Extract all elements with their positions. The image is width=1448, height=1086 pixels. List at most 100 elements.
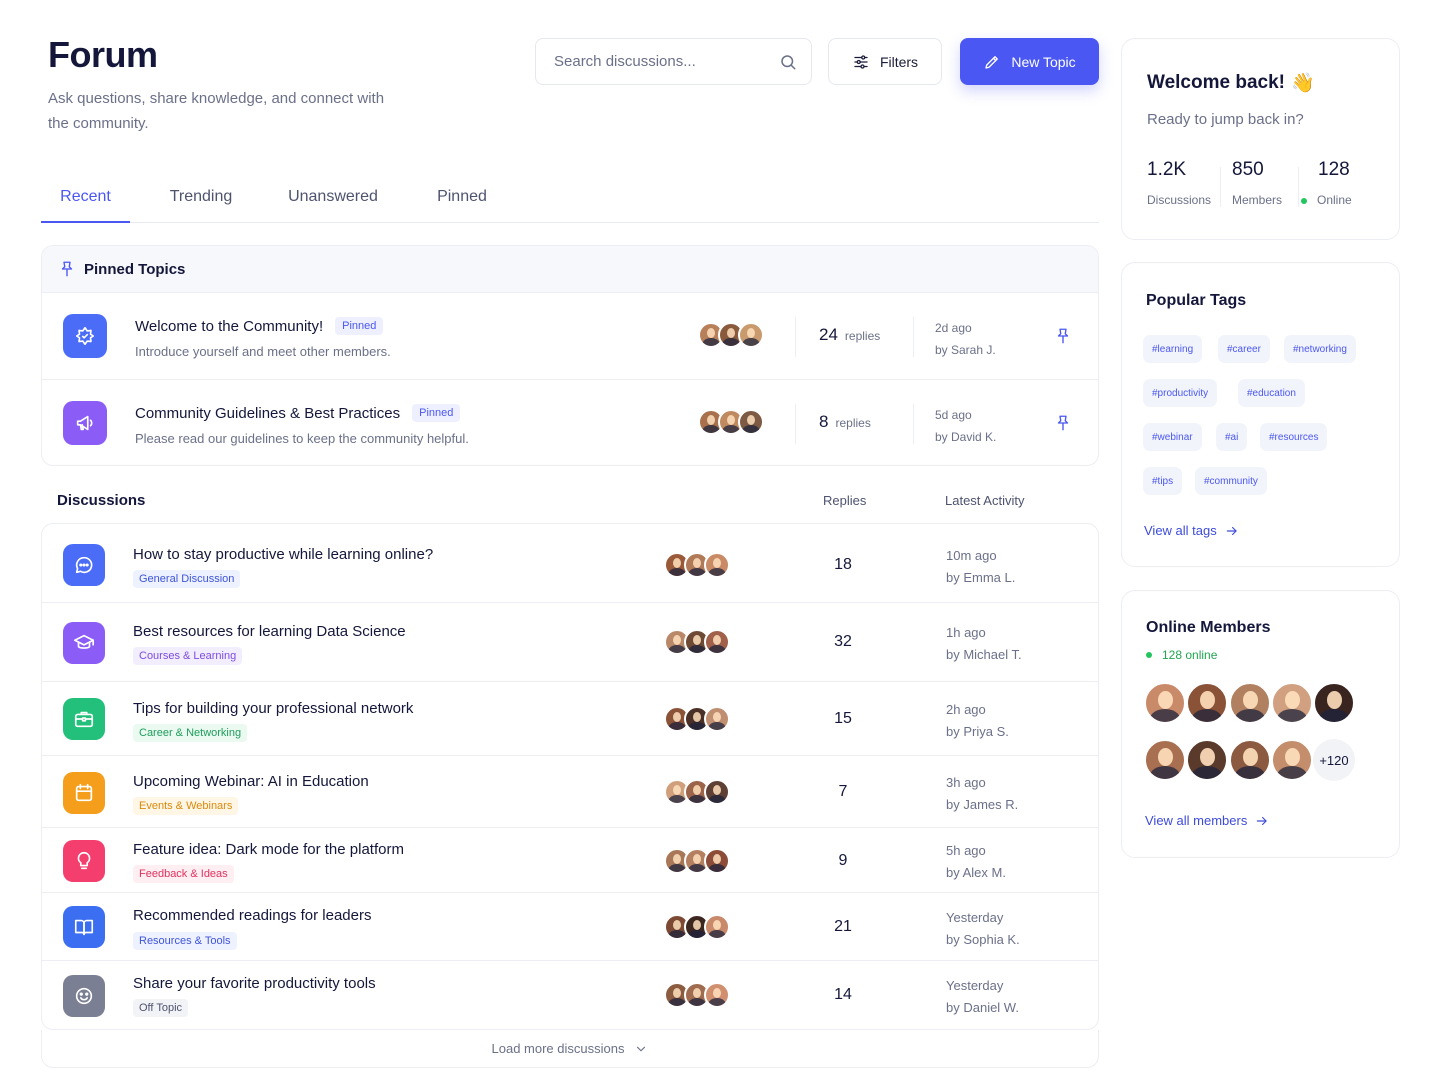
- tab-unanswered[interactable]: Unanswered: [281, 178, 385, 223]
- member-avatar[interactable]: [1313, 682, 1355, 724]
- participant-avatars: [664, 848, 730, 874]
- search-input[interactable]: [554, 53, 779, 70]
- member-avatar[interactable]: [1271, 682, 1313, 724]
- latest-activity: 1h ago by Michael T.: [946, 622, 1022, 666]
- discussion-title[interactable]: Share your favorite productivity tools: [133, 975, 376, 992]
- welcome-card: Welcome back! 👋 Ready to jump back in? 1…: [1121, 38, 1400, 240]
- category-badge[interactable]: Feedback & Ideas: [133, 865, 234, 883]
- avatar: [738, 409, 764, 435]
- tag-chip[interactable]: #productivity: [1143, 379, 1218, 407]
- tag-chip[interactable]: #community: [1195, 467, 1267, 495]
- discussion-row[interactable]: How to stay productive while learning on…: [42, 524, 1098, 603]
- member-avatar[interactable]: [1186, 682, 1228, 724]
- more-members-badge[interactable]: +120: [1313, 739, 1355, 781]
- pinned-topic-row[interactable]: Welcome to the Community! Pinned Introdu…: [42, 293, 1098, 380]
- latest-activity: Yesterday by Daniel W.: [946, 975, 1019, 1019]
- member-avatar[interactable]: [1186, 739, 1228, 781]
- divider: [1220, 167, 1221, 207]
- stat-value: 1.2K: [1147, 159, 1187, 180]
- new-topic-button[interactable]: New Topic: [960, 38, 1099, 85]
- tag-chip[interactable]: #ai: [1216, 423, 1248, 451]
- tab-trending[interactable]: Trending: [161, 178, 241, 223]
- tab-pinned[interactable]: Pinned: [429, 178, 495, 223]
- tag-chip[interactable]: #networking: [1284, 335, 1356, 363]
- activity-author: by Daniel W.: [946, 1000, 1019, 1015]
- unpin-icon[interactable]: [1054, 327, 1072, 345]
- reply-count: 15: [834, 710, 852, 727]
- category-badge[interactable]: Resources & Tools: [133, 932, 237, 950]
- pinned-topic-title-line: Community Guidelines & Best Practices Pi…: [135, 404, 461, 422]
- discussion-title[interactable]: Tips for building your professional netw…: [133, 700, 413, 717]
- latest-activity: 2d ago by Sarah J.: [935, 317, 996, 361]
- member-avatar[interactable]: [1271, 739, 1313, 781]
- search-box[interactable]: [535, 38, 812, 85]
- discussion-row[interactable]: Feature idea: Dark mode for the platform…: [42, 828, 1098, 893]
- activity-author: by Emma L.: [946, 570, 1016, 585]
- popular-tags-title: Popular Tags: [1146, 292, 1247, 309]
- view-all-members-link[interactable]: View all members: [1145, 813, 1269, 828]
- category-badge[interactable]: Off Topic: [133, 999, 189, 1017]
- search-icon[interactable]: [779, 53, 797, 71]
- graduation-cap-icon: [74, 634, 94, 649]
- pencil-icon: [985, 55, 999, 69]
- tag-chip[interactable]: #resources: [1260, 423, 1328, 451]
- activity-time: 1h ago: [946, 625, 986, 640]
- tag-chip[interactable]: #tips: [1143, 467, 1183, 495]
- waving-hand-icon: 👋: [1290, 73, 1315, 94]
- member-avatar[interactable]: [1144, 682, 1186, 724]
- category-badge[interactable]: General Discussion: [133, 570, 241, 588]
- stat-online: 128 Online: [1301, 159, 1352, 207]
- discussion-row[interactable]: Tips for building your professional netw…: [42, 682, 1098, 756]
- tag-chip[interactable]: #career: [1218, 335, 1270, 363]
- view-all-tags-link[interactable]: View all tags: [1144, 523, 1239, 538]
- tag-chip[interactable]: #education: [1238, 379, 1305, 407]
- participant-avatars: [698, 409, 764, 435]
- pinned-topic-row[interactable]: Community Guidelines & Best Practices Pi…: [42, 380, 1098, 465]
- pinned-topics-card: Pinned Topics Welcome to the Community! …: [41, 245, 1099, 466]
- unpin-icon[interactable]: [1054, 414, 1072, 432]
- discussion-title[interactable]: Feature idea: Dark mode for the platform: [133, 841, 404, 858]
- online-count-label: 128 online: [1162, 648, 1218, 662]
- discussion-title[interactable]: Recommended readings for leaders: [133, 907, 371, 924]
- discussion-title[interactable]: Best resources for learning Data Science: [133, 623, 406, 640]
- discussion-title[interactable]: Upcoming Webinar: AI in Education: [133, 773, 369, 790]
- pinned-topic-title[interactable]: Community Guidelines & Best Practices: [135, 405, 400, 422]
- filters-button[interactable]: Filters: [828, 38, 942, 85]
- stat-value: 128: [1318, 159, 1350, 180]
- load-more-label: Load more discussions: [491, 1041, 625, 1056]
- tag-chip[interactable]: #learning: [1143, 335, 1203, 363]
- activity-time: 2h ago: [946, 702, 986, 717]
- pinned-topic-description: Introduce yourself and meet other member…: [135, 344, 391, 359]
- view-all-members-label: View all members: [1145, 813, 1248, 828]
- avatar: [704, 706, 730, 732]
- discussion-row[interactable]: Upcoming Webinar: AI in Education Events…: [42, 756, 1098, 828]
- category-badge[interactable]: Career & Networking: [133, 724, 248, 742]
- filters-label: Filters: [879, 53, 919, 70]
- participant-avatars: [664, 552, 730, 578]
- tag-chip[interactable]: #webinar: [1143, 423, 1202, 451]
- discussion-row[interactable]: Best resources for learning Data Science…: [42, 603, 1098, 682]
- tab-recent[interactable]: Recent: [41, 178, 130, 223]
- avatar: [704, 779, 730, 805]
- latest-activity-column-header[interactable]: Latest Activity: [945, 493, 1024, 508]
- member-avatar[interactable]: [1229, 739, 1271, 781]
- pinned-topic-title[interactable]: Welcome to the Community!: [135, 318, 323, 335]
- avatar: [704, 914, 730, 940]
- discussion-title[interactable]: How to stay productive while learning on…: [133, 546, 433, 563]
- member-avatar[interactable]: [1144, 739, 1186, 781]
- category-badge[interactable]: Events & Webinars: [133, 797, 239, 815]
- chevron-down-icon: [637, 1046, 646, 1051]
- category-badge[interactable]: Courses & Learning: [133, 647, 243, 665]
- discussion-row[interactable]: Share your favorite productivity tools O…: [42, 961, 1098, 1029]
- discussion-list: How to stay productive while learning on…: [41, 523, 1099, 1030]
- reply-count-value: 8: [819, 412, 829, 431]
- replies-column-header[interactable]: Replies: [823, 493, 866, 508]
- participant-avatars: [664, 779, 730, 805]
- load-more-button[interactable]: Load more discussions: [41, 1030, 1099, 1068]
- reply-count-value: 24: [819, 325, 838, 344]
- activity-time: 5d ago: [935, 408, 972, 422]
- member-avatar[interactable]: [1229, 682, 1271, 724]
- discussion-row[interactable]: Recommended readings for leaders Resourc…: [42, 893, 1098, 961]
- calendar-icon: [75, 783, 93, 802]
- activity-author: by Alex M.: [946, 865, 1006, 880]
